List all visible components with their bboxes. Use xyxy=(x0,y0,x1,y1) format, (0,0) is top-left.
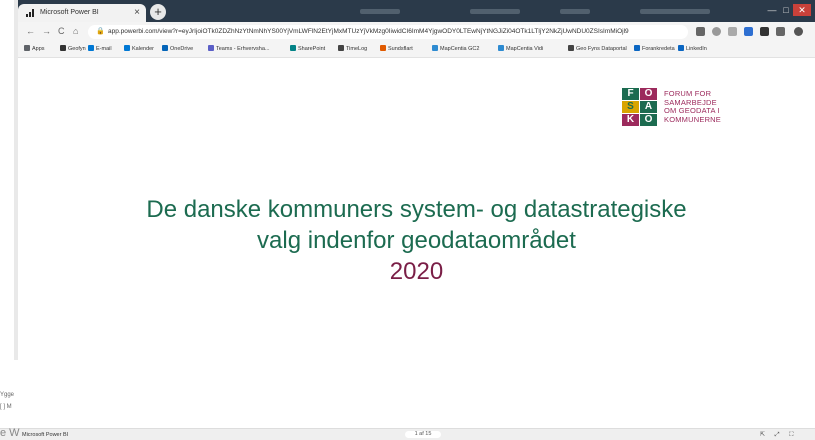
logo-letter: O xyxy=(640,114,657,126)
bookmark-label: Forankredeta xyxy=(642,46,675,52)
heading-line: valg indenfor geodataområdet xyxy=(257,227,576,254)
bookmark-label: E-mail xyxy=(96,46,112,52)
bookmark-item[interactable]: Apps xyxy=(24,45,45,52)
bookmark-label: LinkedIn xyxy=(686,46,707,52)
forward-icon[interactable]: → xyxy=(42,26,51,36)
profile-avatar-icon[interactable] xyxy=(794,27,803,36)
background-window-fragment: Ygge [ ] M xyxy=(0,0,18,439)
extension-icon[interactable] xyxy=(760,27,769,36)
logo-letter: K xyxy=(622,114,639,126)
report-slide: F O S A K O FORUM FOR SAMARBEJDE OM GEOD… xyxy=(18,58,815,428)
slide-heading: De danske kommuners system- og datastrat… xyxy=(18,194,815,256)
bookmark-favicon-icon xyxy=(678,45,684,51)
logo-text: FORUM FOR SAMARBEJDE OM GEODATA I KOMMUN… xyxy=(664,89,722,124)
zoom-icon[interactable] xyxy=(712,27,721,36)
page-navigator[interactable]: 1 af 15 xyxy=(405,431,441,438)
translate-icon[interactable] xyxy=(696,27,705,36)
home-icon[interactable]: ⌂ xyxy=(73,26,78,36)
fragment-text: Ygge xyxy=(0,392,15,398)
bookmark-item[interactable]: MapCentia Vidi xyxy=(498,45,543,52)
bookmark-item[interactable]: Geofyn xyxy=(60,45,86,52)
bookmark-favicon-icon xyxy=(88,45,94,51)
bookmark-item[interactable]: SharePoint xyxy=(290,45,325,52)
bookmark-label: TimeLog xyxy=(346,46,368,52)
share-fullscreen-icons[interactable]: ⇱ ⤢ ⛶ xyxy=(760,431,797,439)
bookmark-favicon-icon xyxy=(338,45,344,51)
browser-tabstrip: Microsoft Power BI × + — □ ✕ xyxy=(0,0,815,22)
blurred-tab[interactable] xyxy=(360,9,400,14)
bookmark-item[interactable]: E-mail xyxy=(88,45,112,52)
bookmark-item[interactable]: Forankredeta xyxy=(634,45,675,52)
extension-icon[interactable] xyxy=(744,27,753,36)
bookmark-item[interactable]: Sundsflart xyxy=(380,45,413,52)
bookmark-label: SharePoint xyxy=(298,46,326,52)
blurred-tab[interactable] xyxy=(560,9,590,14)
new-tab-button[interactable]: + xyxy=(150,4,166,20)
bookmark-favicon-icon xyxy=(432,45,438,51)
bookmark-favicon-icon xyxy=(380,45,386,51)
bookmark-favicon-icon xyxy=(634,45,640,51)
lock-icon: 🔒 xyxy=(96,28,105,35)
bookmark-label: Teams - Erhvervsha... xyxy=(216,46,270,52)
bookmark-favicon-icon xyxy=(162,45,168,51)
reload-icon[interactable]: C xyxy=(58,26,65,36)
bookmark-item[interactable]: OneDrive xyxy=(162,45,193,52)
bookmark-item[interactable]: Kalender xyxy=(124,45,154,52)
fragment-text: e W xyxy=(0,427,20,439)
bookmark-item[interactable]: Geo Fyns Dataportal xyxy=(568,45,627,52)
window-minimize-button[interactable]: — xyxy=(765,4,779,16)
bookmark-label: MapCentia Vidi xyxy=(506,46,544,52)
logo-letter: F xyxy=(622,88,639,100)
bookmark-item[interactable]: MapCentia GC2 xyxy=(432,45,479,52)
logo-letter: S xyxy=(622,101,639,113)
powerbi-icon xyxy=(26,9,36,17)
bookmarks-bar: Apps Geofyn E-mail Kalender OneDrive Teams - … xyxy=(0,42,815,58)
bookmark-favicon-icon xyxy=(60,45,66,51)
address-bar-row: ← → C ⌂ 🔒 app.powerbi.com/view?r=eyJrIjo… xyxy=(0,22,815,42)
blurred-tab[interactable] xyxy=(470,9,520,14)
logo-letter: O xyxy=(640,88,657,100)
url-text: app.powerbi.com/view?r=eyJrIjoiOTk0ZDZhN… xyxy=(108,28,629,35)
powerbi-bottom-bar: e W Microsoft Power BI 1 af 15 ⇱ ⤢ ⛶ xyxy=(0,427,815,440)
powerbi-link[interactable]: Microsoft Power BI xyxy=(22,432,68,438)
bookmark-label: MapCentia GC2 xyxy=(440,46,480,52)
bookmark-label: Kalender xyxy=(132,46,155,52)
bookmark-favicon-icon xyxy=(24,45,30,51)
bookmark-favicon-icon xyxy=(124,45,130,51)
bookmark-label: Geo Fyns Dataportal xyxy=(576,46,627,52)
bookmark-item[interactable]: TimeLog xyxy=(338,45,367,52)
browser-tab-powerbi[interactable]: Microsoft Power BI × xyxy=(18,4,146,22)
tab-title: Microsoft Power BI xyxy=(40,9,99,16)
logo-letter: A xyxy=(640,101,657,113)
bookmark-item[interactable]: Teams - Erhvervsha... xyxy=(208,45,270,52)
fragment-text: [ ] M xyxy=(0,404,12,410)
bookmark-star-icon[interactable] xyxy=(728,27,737,36)
bookmark-favicon-icon xyxy=(208,45,214,51)
bookmark-label: Sundsflart xyxy=(388,46,413,52)
url-bar[interactable]: 🔒 app.powerbi.com/view?r=eyJrIjoiOTk0ZDZ… xyxy=(88,25,688,39)
bookmark-favicon-icon xyxy=(568,45,574,51)
bookmark-label: Geofyn xyxy=(68,46,86,52)
heading-line: De danske kommuners system- og datastrat… xyxy=(146,196,687,223)
window-maximize-button[interactable]: □ xyxy=(779,4,793,16)
bookmark-favicon-icon xyxy=(498,45,504,51)
back-icon[interactable]: ← xyxy=(26,26,35,36)
blurred-tab[interactable] xyxy=(640,9,710,14)
bookmark-favicon-icon xyxy=(290,45,296,51)
window-close-button[interactable]: ✕ xyxy=(793,4,811,16)
bookmark-label: OneDrive xyxy=(170,46,194,52)
slide-year: 2020 xyxy=(389,258,444,285)
bookmark-item[interactable]: LinkedIn xyxy=(678,45,707,52)
extension-icon[interactable] xyxy=(776,27,785,36)
bookmark-label: Apps xyxy=(32,46,45,52)
tab-close-icon[interactable]: × xyxy=(134,7,140,18)
